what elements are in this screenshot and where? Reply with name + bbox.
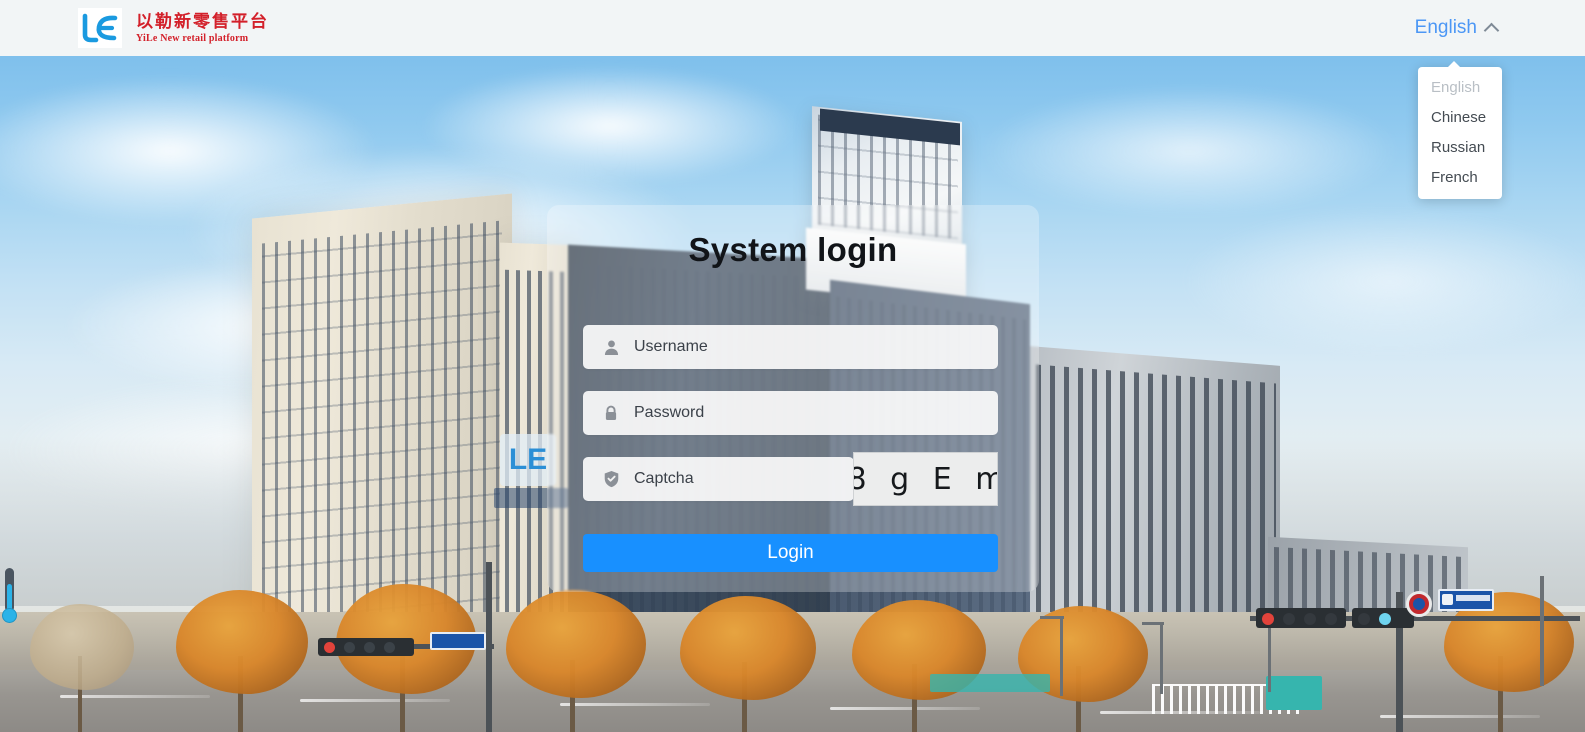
language-dropdown-menu[interactable]: English Chinese Russian French [1418, 61, 1502, 199]
le-logo-icon [78, 8, 122, 48]
side-slider-handle[interactable] [2, 608, 17, 623]
brand-title-cn: 以勒新零售平台 [136, 11, 269, 32]
language-selector[interactable]: English [1414, 17, 1500, 39]
brand-block: 以勒新零售平台 YiLe New retail platform [78, 8, 269, 48]
password-input[interactable] [634, 391, 998, 435]
no-parking-sign [1406, 591, 1432, 617]
language-option-chinese[interactable]: Chinese [1418, 103, 1502, 133]
brand-subtitle-en: YiLe New retail platform [136, 32, 249, 44]
chevron-up-icon [1483, 22, 1500, 38]
login-button[interactable]: Login [583, 534, 998, 572]
password-field[interactable] [583, 391, 998, 435]
language-option-russian[interactable]: Russian [1418, 133, 1502, 163]
shield-check-icon [600, 468, 622, 490]
user-icon [600, 336, 622, 358]
username-field[interactable] [583, 325, 998, 369]
login-title: System login [688, 231, 898, 268]
captcha-image-text: 8 g E m [854, 461, 997, 497]
language-selector-label: English [1414, 17, 1477, 38]
side-slider[interactable] [2, 568, 17, 624]
captcha-image[interactable]: 8 g E m [853, 452, 998, 506]
captcha-input[interactable] [634, 457, 854, 501]
language-option-english[interactable]: English [1418, 73, 1502, 103]
captcha-field[interactable] [583, 457, 854, 501]
street-sign-left [430, 632, 486, 650]
lock-icon [600, 402, 622, 424]
language-option-french[interactable]: French [1418, 163, 1502, 193]
login-card: System login 8 g E [547, 205, 1039, 592]
app-header: 以勒新零售平台 YiLe New retail platform English [0, 0, 1585, 56]
username-input[interactable] [634, 325, 998, 369]
